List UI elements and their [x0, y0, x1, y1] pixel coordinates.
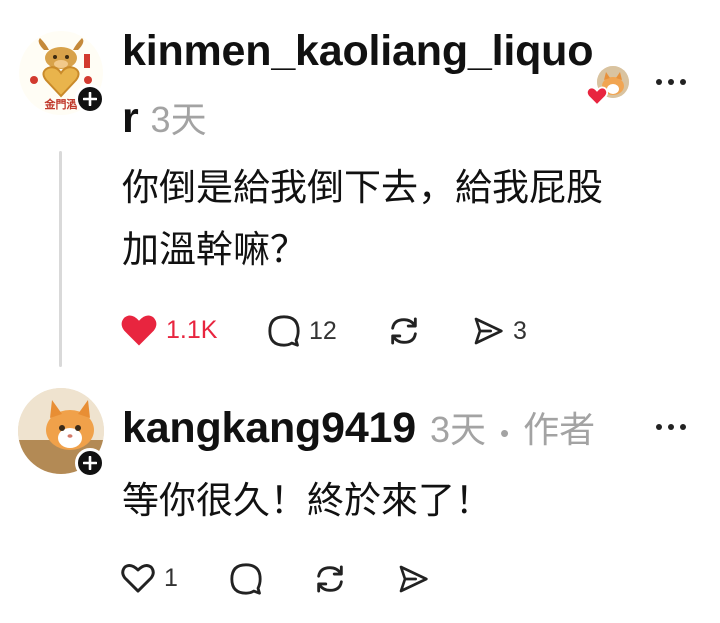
thread-line	[59, 151, 62, 367]
heart-filled-icon	[121, 315, 157, 346]
reply-text: 你倒是給我倒下去，給我屁股 加溫幹嘛？	[122, 157, 702, 281]
follow-button[interactable]	[75, 84, 105, 114]
reply-username-line1[interactable]: kinmen_kaoliang_liquo	[122, 27, 594, 76]
comment-header: kangkang9419 3天 • 作者	[122, 401, 595, 453]
comment-repost-button[interactable]	[313, 562, 347, 596]
comment-share-button[interactable]	[396, 563, 430, 595]
repost-icon	[391, 317, 417, 345]
reply-username-line2[interactable]: r	[122, 94, 139, 143]
reply-text-line2: 加溫幹嘛？	[122, 229, 307, 270]
reply-comment-count: 12	[309, 316, 337, 345]
repost-icon	[317, 565, 343, 593]
separator-dot: •	[500, 418, 510, 448]
comment-text: 等你很久！終於來了！	[122, 480, 492, 521]
plus-icon	[83, 456, 97, 470]
comment-timestamp: 3天	[429, 409, 487, 450]
reply-text-line1: 你倒是給我倒下去，給我屁股	[122, 167, 603, 208]
reply-like-count: 1.1K	[166, 315, 218, 344]
reply-like-button[interactable]: 1.1K	[120, 313, 217, 347]
reply-comment-button[interactable]: 12	[267, 314, 337, 348]
comment-reply-button[interactable]	[229, 562, 263, 596]
send-icon	[399, 565, 428, 593]
reply-repost-button[interactable]	[387, 314, 421, 348]
follow-button-2[interactable]	[75, 448, 105, 478]
comment-like-button[interactable]: 1	[120, 562, 178, 594]
comment-like-count: 1	[164, 563, 178, 592]
reply-more-button[interactable]	[656, 79, 686, 85]
comment-icon	[268, 315, 300, 347]
author-tag: 作者	[523, 409, 596, 450]
comment-username[interactable]: kangkang9419	[122, 404, 416, 453]
reply-timestamp: 3天	[150, 99, 207, 140]
heart-outline-icon	[121, 564, 155, 593]
reply-share-button[interactable]: 3	[471, 315, 527, 347]
comment-more-button[interactable]	[656, 424, 686, 430]
send-icon	[474, 317, 503, 345]
plus-icon	[83, 92, 97, 106]
comment-icon	[230, 563, 262, 595]
reply-share-count: 3	[513, 316, 527, 345]
reply-username-row2: r 3天	[122, 91, 207, 143]
liked-heart-icon	[586, 86, 608, 106]
